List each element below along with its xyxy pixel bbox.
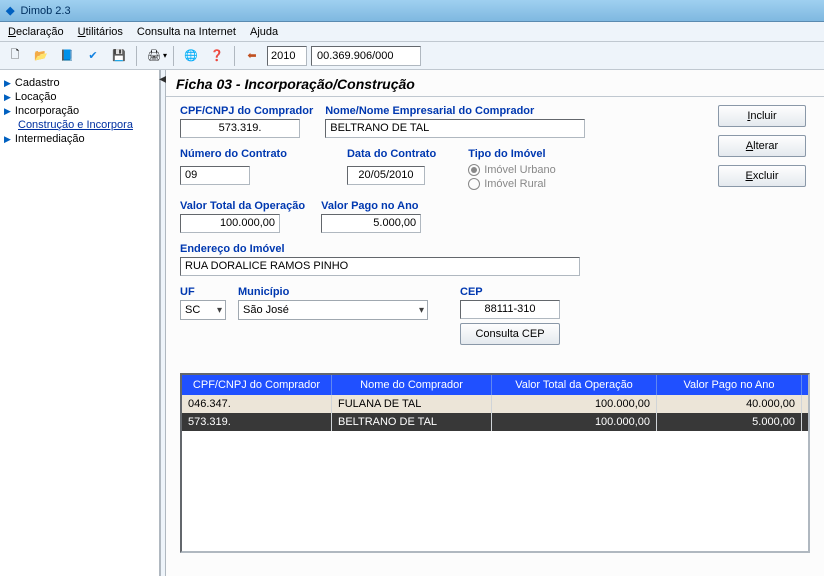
check-icon[interactable]: ✔ bbox=[82, 45, 104, 67]
print-dropdown-icon[interactable]: ▾ bbox=[163, 51, 167, 60]
book-icon[interactable]: 📘 bbox=[56, 45, 78, 67]
form-panel: Ficha 03 - Incorporação/Construção Inclu… bbox=[166, 70, 824, 576]
sidebar: ▶Cadastro ▶Locação ▶Incorporação Constru… bbox=[0, 70, 160, 576]
sidebar-item-cadastro[interactable]: ▶Cadastro bbox=[4, 76, 155, 90]
table-row-selected[interactable]: 573.319. BELTRANO DE TAL 100.000,00 5.00… bbox=[182, 413, 808, 431]
globe-icon[interactable]: 🌐 bbox=[180, 45, 202, 67]
col-total[interactable]: Valor Total da Operação bbox=[492, 375, 657, 395]
cep-label: CEP bbox=[460, 286, 560, 298]
col-nome[interactable]: Nome do Comprador bbox=[332, 375, 492, 395]
uf-select[interactable]: SC bbox=[180, 300, 226, 320]
pago-label: Valor Pago no Ano bbox=[321, 200, 421, 212]
tree-arrow-icon: ▶ bbox=[4, 78, 11, 89]
numero-label: Número do Contrato bbox=[180, 148, 287, 160]
endereco-input[interactable]: RUA DORALICE RAMOS PINHO bbox=[180, 257, 580, 276]
menu-declaracao[interactable]: Declaração bbox=[8, 26, 64, 38]
menu-ajuda[interactable]: Ajuda bbox=[250, 26, 278, 38]
year-field[interactable]: 2010 bbox=[267, 46, 307, 66]
cpf-input[interactable]: 573.319. bbox=[180, 119, 300, 138]
app-icon: ◆ bbox=[6, 4, 14, 17]
toolbar-separator bbox=[173, 46, 174, 66]
tree-arrow-icon: ▶ bbox=[4, 92, 11, 103]
data-input[interactable]: 20/05/2010 bbox=[347, 166, 425, 185]
radio-selected-icon bbox=[468, 164, 480, 176]
data-label: Data do Contrato bbox=[347, 148, 436, 160]
help-icon[interactable]: ❓ bbox=[206, 45, 228, 67]
menu-utilitarios[interactable]: Utilitários bbox=[78, 26, 123, 38]
municipio-select[interactable]: São José bbox=[238, 300, 428, 320]
sidebar-item-locacao[interactable]: ▶Locação bbox=[4, 90, 155, 104]
radio-rural[interactable]: Imóvel Rural bbox=[468, 178, 556, 190]
sidebar-item-intermediacao[interactable]: ▶Intermediação bbox=[4, 132, 155, 146]
table-row[interactable]: 046.347. FULANA DE TAL 100.000,00 40.000… bbox=[182, 395, 808, 413]
ficha-title: Ficha 03 - Incorporação/Construção bbox=[166, 70, 824, 97]
tree-arrow-icon: ▶ bbox=[4, 134, 11, 145]
cnpj-field[interactable]: 00.369.906/000 bbox=[311, 46, 421, 66]
toolbar-separator bbox=[234, 46, 235, 66]
menubar: Declaração Utilitários Consulta na Inter… bbox=[0, 22, 824, 42]
pago-input[interactable]: 5.000,00 bbox=[321, 214, 421, 233]
radio-urbano[interactable]: Imóvel Urbano bbox=[468, 164, 556, 176]
new-icon[interactable]: 🗋 bbox=[4, 45, 26, 67]
window-title: Dimob 2.3 bbox=[20, 5, 70, 17]
table-header: CPF/CNPJ do Comprador Nome do Comprador … bbox=[182, 375, 808, 395]
nome-input[interactable]: BELTRANO DE TAL bbox=[325, 119, 585, 138]
sidebar-item-construcao[interactable]: Construção e Incorpora bbox=[4, 118, 155, 132]
open-icon[interactable]: 📂 bbox=[30, 45, 52, 67]
window-titlebar: ◆ Dimob 2.3 bbox=[0, 0, 824, 22]
save-icon[interactable]: 💾 bbox=[108, 45, 130, 67]
total-label: Valor Total da Operação bbox=[180, 200, 305, 212]
toolbar: 🗋 📂 📘 ✔ 💾 🖨 ▾ 🌐 ❓ ⬅ 2010 00.369.906/000 bbox=[0, 42, 824, 70]
print-icon[interactable]: 🖨 bbox=[143, 45, 165, 67]
uf-label: UF bbox=[180, 286, 226, 298]
alterar-button[interactable]: Alterar bbox=[718, 135, 806, 157]
col-cpf[interactable]: CPF/CNPJ do Comprador bbox=[182, 375, 332, 395]
tree-arrow-icon: ▶ bbox=[4, 106, 11, 117]
table-empty-area bbox=[182, 431, 808, 551]
numero-input[interactable]: 09 bbox=[180, 166, 250, 185]
total-input[interactable]: 100.000,00 bbox=[180, 214, 280, 233]
excluir-button[interactable]: Excluir bbox=[718, 165, 806, 187]
exit-icon[interactable]: ⬅ bbox=[241, 45, 263, 67]
tipo-label: Tipo do Imóvel bbox=[468, 148, 556, 160]
cep-input[interactable]: 88111-310 bbox=[460, 300, 560, 319]
col-pago[interactable]: Valor Pago no Ano bbox=[657, 375, 802, 395]
municipio-label: Município bbox=[238, 286, 428, 298]
toolbar-separator bbox=[136, 46, 137, 66]
nome-label: Nome/Nome Empresarial do Comprador bbox=[325, 105, 585, 117]
radio-unselected-icon bbox=[468, 178, 480, 190]
sidebar-item-incorporacao[interactable]: ▶Incorporação bbox=[4, 104, 155, 118]
menu-consulta[interactable]: Consulta na Internet bbox=[137, 26, 236, 38]
records-table: CPF/CNPJ do Comprador Nome do Comprador … bbox=[180, 373, 810, 553]
consulta-cep-button[interactable]: Consulta CEP bbox=[460, 323, 560, 345]
cpf-label: CPF/CNPJ do Comprador bbox=[180, 105, 313, 117]
endereco-label: Endereço do Imóvel bbox=[180, 243, 810, 255]
incluir-button[interactable]: Incluir bbox=[718, 105, 806, 127]
